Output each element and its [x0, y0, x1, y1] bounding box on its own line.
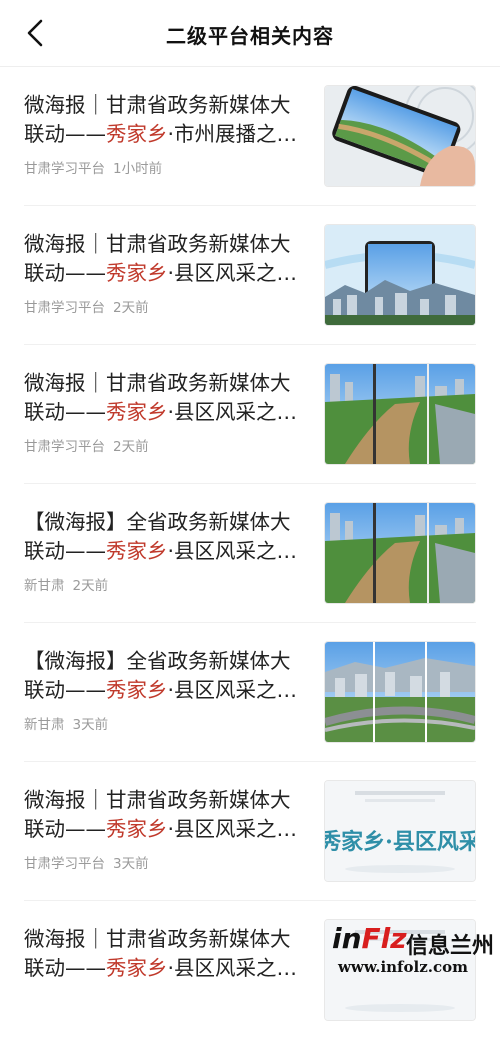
- title-prefix: 联动——: [24, 956, 106, 980]
- article-text: 微海报｜甘肃省政务新媒体大 联动——秀家乡·县区风采之… 甘肃学习平台 2天前: [24, 230, 314, 316]
- article-source: 甘肃学习平台: [24, 161, 105, 177]
- watermark: inFlz 信息兰州 www.infolz.com: [328, 912, 500, 984]
- title-highlight: 秀家乡: [106, 956, 168, 980]
- svg-text:秀家乡·县区风采: 秀家乡·县区风采: [325, 829, 475, 855]
- title-prefix: 联动——: [24, 539, 106, 563]
- article-thumbnail[interactable]: [324, 363, 476, 465]
- article-text: 微海报｜甘肃省政务新媒体大 联动——秀家乡·县区风采之… 甘肃学习平台 2天前: [24, 369, 314, 455]
- article-title-line-2: 联动——秀家乡·市州展播之…: [24, 120, 314, 149]
- article-title-line-2: 联动——秀家乡·县区风采之…: [24, 676, 314, 705]
- article-thumbnail[interactable]: 秀家乡·县区风采: [324, 780, 476, 882]
- article-meta: 新甘肃 3天前: [24, 713, 314, 733]
- top-bar: 二级平台相关内容: [0, 0, 500, 67]
- title-highlight: 秀家乡: [106, 122, 168, 146]
- title-suffix: ·县区风采之…: [167, 956, 298, 980]
- article-title-line-1: 微海报｜甘肃省政务新媒体大: [24, 232, 291, 256]
- title-suffix: ·县区风采之…: [167, 400, 298, 424]
- article-meta: 甘肃学习平台 3天前: [24, 852, 314, 872]
- title-highlight: 秀家乡: [106, 817, 168, 841]
- article-time: 2天前: [72, 578, 109, 594]
- title-prefix: 联动——: [24, 400, 106, 424]
- page-title: 二级平台相关内容: [166, 24, 334, 48]
- article-title-line-2: 联动——秀家乡·县区风采之…: [24, 398, 314, 427]
- article-item[interactable]: 微海报｜甘肃省政务新媒体大 联动——秀家乡·市州展播之… 甘肃学习平台 1小时前: [24, 67, 476, 206]
- title-suffix: ·县区风采之…: [167, 678, 298, 702]
- title-prefix: 联动——: [24, 678, 106, 702]
- title-highlight: 秀家乡: [106, 261, 168, 285]
- article-time: 3天前: [113, 856, 149, 872]
- article-thumbnail[interactable]: [324, 641, 476, 743]
- article-time: 3天前: [72, 717, 109, 733]
- title-suffix: ·县区风采之…: [167, 539, 298, 563]
- title-highlight: 秀家乡: [106, 400, 168, 424]
- article-thumbnail[interactable]: [324, 224, 476, 326]
- article-title-line-2: 联动——秀家乡·县区风采之…: [24, 954, 314, 983]
- article-source: 新甘肃: [24, 717, 65, 733]
- watermark-url: www.infolz.com: [338, 958, 468, 976]
- article-text: 微海报｜甘肃省政务新媒体大 联动——秀家乡·县区风采之…: [24, 925, 314, 1007]
- article-title-line-1: 微海报｜甘肃省政务新媒体大: [24, 788, 291, 812]
- article-source: 新甘肃: [24, 578, 65, 594]
- article-time: 2天前: [113, 300, 149, 316]
- article-title-line-2: 联动——秀家乡·县区风采之…: [24, 537, 314, 566]
- title-suffix: ·县区风采之…: [167, 261, 298, 285]
- title-prefix: 联动——: [24, 261, 106, 285]
- article-meta: 新甘肃 2天前: [24, 574, 314, 594]
- watermark-text: 信息兰州: [406, 934, 495, 959]
- article-time: 2天前: [113, 439, 149, 455]
- article-text: 【微海报】全省政务新媒体大 联动——秀家乡·县区风采之… 新甘肃 3天前: [24, 647, 314, 733]
- title-suffix: ·市州展播之…: [167, 122, 298, 146]
- article-source: 甘肃学习平台: [24, 300, 105, 316]
- article-item[interactable]: 微海报｜甘肃省政务新媒体大 联动——秀家乡·县区风采之… 甘肃学习平台 2天前: [24, 206, 476, 345]
- article-list: 微海报｜甘肃省政务新媒体大 联动——秀家乡·市州展播之… 甘肃学习平台 1小时前 微海报…: [0, 67, 500, 1039]
- article-item[interactable]: 微海报｜甘肃省政务新媒体大 联动——秀家乡·县区风采之… 甘肃学习平台 2天前: [24, 345, 476, 484]
- article-text: 【微海报】全省政务新媒体大 联动——秀家乡·县区风采之… 新甘肃 2天前: [24, 508, 314, 594]
- article-time: 1小时前: [113, 161, 163, 177]
- article-text: 微海报｜甘肃省政务新媒体大 联动——秀家乡·县区风采之… 甘肃学习平台 3天前: [24, 786, 314, 872]
- article-title-line-1: 【微海报】全省政务新媒体大: [24, 510, 291, 534]
- article-meta: [24, 991, 314, 1007]
- article-meta: 甘肃学习平台 2天前: [24, 296, 314, 316]
- article-title-line-2: 联动——秀家乡·县区风采之…: [24, 259, 314, 288]
- article-title-line-1: 微海报｜甘肃省政务新媒体大: [24, 927, 291, 951]
- article-item[interactable]: 【微海报】全省政务新媒体大 联动——秀家乡·县区风采之… 新甘肃 3天前: [24, 623, 476, 762]
- article-title-line-1: 【微海报】全省政务新媒体大: [24, 649, 291, 673]
- article-item[interactable]: 【微海报】全省政务新媒体大 联动——秀家乡·县区风采之… 新甘肃 2天前: [24, 484, 476, 623]
- article-title-line-2: 联动——秀家乡·县区风采之…: [24, 815, 314, 844]
- article-text: 微海报｜甘肃省政务新媒体大 联动——秀家乡·市州展播之… 甘肃学习平台 1小时前: [24, 91, 314, 177]
- title-highlight: 秀家乡: [106, 539, 168, 563]
- article-meta: 甘肃学习平台 1小时前: [24, 157, 314, 177]
- article-title-line-1: 微海报｜甘肃省政务新媒体大: [24, 93, 291, 117]
- title-suffix: ·县区风采之…: [167, 817, 298, 841]
- watermark-logo: inFlz: [332, 922, 407, 955]
- article-source: 甘肃学习平台: [24, 439, 105, 455]
- title-highlight: 秀家乡: [106, 678, 168, 702]
- article-thumbnail[interactable]: [324, 502, 476, 604]
- title-prefix: 联动——: [24, 817, 106, 841]
- article-item[interactable]: 微海报｜甘肃省政务新媒体大 联动——秀家乡·县区风采之… 甘肃学习平台 3天前 秀家乡·…: [24, 762, 476, 901]
- article-title-line-1: 微海报｜甘肃省政务新媒体大: [24, 371, 291, 395]
- article-meta: 甘肃学习平台 2天前: [24, 435, 314, 455]
- article-source: 甘肃学习平台: [24, 856, 105, 872]
- title-prefix: 联动——: [24, 122, 106, 146]
- article-thumbnail[interactable]: [324, 85, 476, 187]
